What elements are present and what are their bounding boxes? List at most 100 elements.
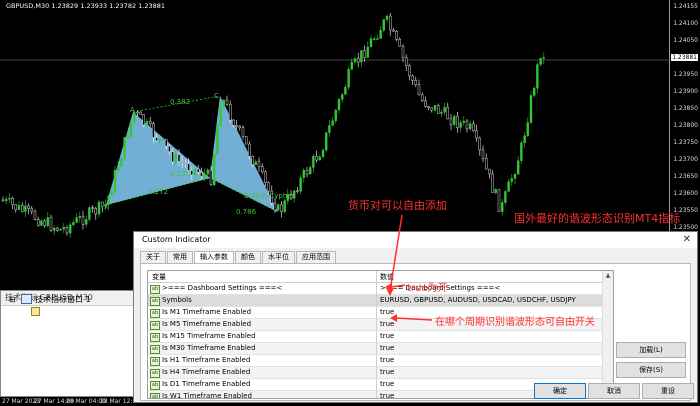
candle-body bbox=[120, 158, 123, 167]
candle-body bbox=[174, 154, 178, 162]
candle-body bbox=[497, 189, 501, 212]
candle-body bbox=[347, 69, 350, 88]
table-row[interactable]: ab Is H1 Timeframe Enabled true bbox=[148, 355, 613, 367]
dialog-title: Custom Indicator bbox=[142, 235, 211, 244]
param-value[interactable]: true bbox=[380, 344, 394, 352]
tab-levels[interactable]: 水平位 bbox=[262, 251, 295, 263]
save-button[interactable]: 保存(S) bbox=[616, 362, 686, 378]
scroll-up-icon[interactable]: ▲ bbox=[604, 272, 612, 280]
param-icon: ab bbox=[150, 321, 160, 330]
candle-body bbox=[417, 84, 421, 96]
close-icon[interactable]: ✕ bbox=[683, 232, 691, 248]
param-name: >=== Dashboard Settings ===< bbox=[162, 284, 283, 292]
param-value[interactable]: true bbox=[380, 392, 394, 398]
indicator-icon[interactable] bbox=[31, 307, 40, 316]
candle-body bbox=[49, 217, 53, 231]
param-icon: ab bbox=[150, 369, 160, 378]
ok-button[interactable]: 确定 bbox=[534, 383, 586, 399]
candle-body bbox=[344, 86, 347, 95]
candle-body bbox=[27, 205, 30, 209]
current-price-label: 1.23881 bbox=[671, 54, 698, 61]
annotation-period-note: 在哪个周期识别谐波形态可自由开关 bbox=[435, 317, 595, 328]
candle-body bbox=[88, 207, 91, 220]
param-name: Is M30 Timeframe Enabled bbox=[162, 344, 256, 352]
load-button[interactable]: 加载(L) bbox=[616, 342, 686, 358]
ratio-label: 0.382 bbox=[170, 98, 191, 106]
param-icon: ab bbox=[150, 357, 160, 366]
candle-body bbox=[491, 173, 494, 193]
candle-body bbox=[453, 115, 456, 125]
candle-body bbox=[14, 204, 18, 210]
pattern-point-a: A bbox=[130, 106, 135, 114]
candle-body bbox=[456, 115, 459, 128]
candle-body bbox=[465, 120, 469, 130]
candle-body bbox=[37, 219, 40, 226]
candle-body bbox=[392, 29, 395, 32]
tab-visualization[interactable]: 应用范围 bbox=[296, 251, 336, 263]
candle-body bbox=[193, 168, 197, 176]
candle-body bbox=[507, 181, 510, 192]
param-value[interactable]: true bbox=[380, 368, 394, 376]
candle-body bbox=[161, 139, 165, 141]
candle-body bbox=[283, 200, 286, 212]
param-value[interactable]: true bbox=[380, 356, 394, 364]
candle-body bbox=[357, 58, 360, 63]
table-row[interactable]: ab Is M15 Timeframe Enabled true bbox=[148, 331, 613, 343]
navigator-window-item[interactable]: 技术指标窗口 1 bbox=[35, 294, 91, 305]
candle-body bbox=[462, 120, 465, 123]
candle-body bbox=[433, 105, 437, 111]
dialog-title-bar: Custom Indicator ✕ bbox=[134, 232, 697, 248]
tab-colors[interactable]: 颜色 bbox=[235, 251, 261, 263]
candle-body bbox=[526, 122, 529, 136]
candle-body bbox=[398, 39, 401, 47]
candle-body bbox=[475, 130, 478, 139]
candle-body bbox=[184, 162, 187, 164]
tab-inputs[interactable]: 输入参数 bbox=[194, 251, 234, 263]
candle-body bbox=[11, 198, 14, 205]
tab-common[interactable]: 常用 bbox=[167, 251, 193, 263]
table-row[interactable]: ab Is H4 Timeframe Enabled true bbox=[148, 367, 613, 379]
price-label: 1.23800 bbox=[673, 122, 698, 129]
candle-body bbox=[312, 156, 315, 168]
candle-body bbox=[235, 125, 238, 127]
table-scrollbar[interactable]: ▲ ▼ bbox=[602, 271, 613, 398]
param-name: Is M5 Timeframe Enabled bbox=[162, 320, 252, 328]
candle-body bbox=[360, 50, 363, 63]
param-value[interactable]: true bbox=[380, 320, 394, 328]
candle-body bbox=[152, 123, 155, 138]
cancel-button[interactable]: 取消 bbox=[588, 383, 640, 399]
candle-body bbox=[116, 166, 120, 171]
param-value[interactable]: true bbox=[380, 380, 394, 388]
table-row[interactable]: ab >=== Dashboard Settings ===< >=== Dashb… bbox=[148, 283, 613, 295]
param-icon: ab bbox=[150, 297, 160, 306]
candle-body bbox=[504, 191, 507, 203]
annotation-best-indicator: 国外最好的谐波形态识别MT4指标 bbox=[514, 212, 681, 225]
candle-body bbox=[139, 111, 142, 115]
candle-body bbox=[72, 222, 75, 226]
tab-about[interactable]: 关于 bbox=[140, 251, 166, 263]
candle-body bbox=[62, 227, 65, 230]
candle-body bbox=[228, 104, 232, 121]
candle-body bbox=[56, 227, 59, 231]
table-row[interactable]: ab Symbols EURUSD, GBPUSD, AUDUSD, USDCAD,… bbox=[148, 295, 613, 307]
pattern-point-c: C bbox=[214, 92, 219, 100]
table-row[interactable]: ab Is M30 Timeframe Enabled true bbox=[148, 343, 613, 355]
candle-body bbox=[494, 189, 497, 193]
candle-body bbox=[539, 58, 542, 65]
candle-body bbox=[328, 125, 331, 133]
reset-button[interactable]: 重设 bbox=[642, 383, 694, 399]
candle-body bbox=[331, 120, 334, 126]
candle-body bbox=[520, 142, 523, 161]
param-name: Is H1 Timeframe Enabled bbox=[162, 356, 251, 364]
chart-symbol-info: GBPUSD,M30 1.23829 1.23933 1.23782 1.238… bbox=[6, 2, 166, 10]
candle-body bbox=[315, 156, 318, 161]
candle-body bbox=[449, 118, 453, 125]
param-value[interactable]: true bbox=[380, 308, 394, 316]
param-name: Is W1 Timeframe Enabled bbox=[162, 392, 252, 399]
param-value[interactable]: true bbox=[380, 332, 394, 340]
price-label: 1.23750 bbox=[673, 139, 698, 146]
window-icon bbox=[21, 294, 32, 304]
collapse-icon[interactable]: ⊟ bbox=[9, 295, 16, 304]
param-value[interactable]: EURUSD, GBPUSD, AUDUSD, USDCAD, USDCHF, … bbox=[380, 296, 576, 304]
candle-body bbox=[350, 61, 353, 70]
